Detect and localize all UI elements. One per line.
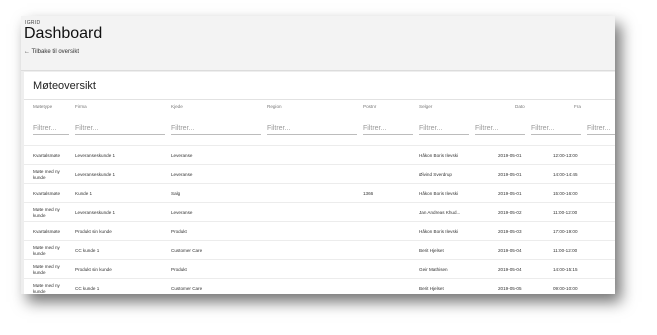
column-header-postal-code[interactable]: Postnr: [363, 104, 376, 109]
cell-time: 14:00-14:45: [553, 171, 578, 177]
cell-date: 2019-05-02: [498, 209, 522, 215]
column-header-date[interactable]: Dato: [515, 104, 525, 109]
card-divider: [24, 99, 615, 100]
cell-postal-code: 1366: [363, 190, 374, 196]
cell-date: 2019-05-01: [498, 152, 522, 158]
cell-meeting-type: Kvartalsmøte: [33, 190, 61, 196]
cell-meeting-type: Kvartalsmøte: [33, 228, 61, 234]
cell-chain: Produkt: [171, 228, 187, 234]
cell-time: 15:00-16:00: [553, 190, 578, 196]
cell-seller: Håkon Boris Ilevski: [419, 152, 459, 158]
cell-time: 11:00-12:00: [553, 247, 578, 253]
cell-company: CC kunde 1: [75, 285, 100, 291]
filter-postal-code[interactable]: Filtrer...: [363, 124, 413, 135]
filter-from[interactable]: Filtrer...: [531, 124, 581, 135]
cell-chain: Leveranse: [171, 152, 193, 158]
back-link[interactable]: ← Tilbake til oversikt: [24, 49, 79, 55]
app-header: IGRID Dashboard ← Tilbake til oversikt: [21, 16, 615, 71]
cell-date: 2019-05-03: [498, 228, 522, 234]
cell-seller: Håkon Boris Ilevski: [419, 190, 459, 196]
cell-company: CC kunde 1: [75, 247, 100, 253]
cell-meeting-type: Møte med ny kunde: [33, 244, 60, 256]
cell-time: 14:00-15:15: [553, 266, 578, 272]
cell-chain: Leveranse: [171, 171, 193, 177]
table-row[interactable]: Møte med ny kunde Leveranseskunde 1 Levera…: [24, 202, 615, 222]
cell-date: 2019-05-04: [498, 247, 522, 253]
cell-chain: Customer Care: [171, 285, 203, 291]
cell-company: Kunde 1: [75, 190, 93, 196]
cell-meeting-type: Møte med ny kunde: [33, 168, 60, 180]
cell-meeting-type: Møte med ny kunde: [33, 263, 60, 275]
cell-date: 2019-05-05: [498, 285, 522, 291]
cell-chain: Leveranse: [171, 209, 193, 215]
cell-date: 2019-05-01: [498, 171, 522, 177]
cell-seller: Berit Hjelset: [419, 285, 444, 291]
cell-time: 12:00-13:00: [553, 152, 578, 158]
page-title: Dashboard: [24, 25, 103, 42]
cell-chain: Produkt: [171, 266, 187, 272]
column-header-company[interactable]: Firma: [75, 104, 87, 109]
cell-seller: Berit Hjelset: [419, 247, 444, 253]
filter-region[interactable]: Filtrer...: [267, 124, 357, 135]
filter-date[interactable]: Filtrer...: [475, 124, 525, 135]
meeting-overview-card: Møteoversikt Møtetype Firma Kjede Region…: [24, 72, 615, 294]
filter-chain[interactable]: Filtrer...: [171, 124, 261, 135]
cell-date: 2019-05-01: [498, 190, 522, 196]
card-title: Møteoversikt: [33, 80, 96, 92]
cell-meeting-type: Møte med ny kunde: [33, 206, 60, 218]
column-header-from[interactable]: Fra: [574, 104, 581, 109]
column-header-meeting-type[interactable]: Møtetype: [33, 104, 52, 109]
filter-seller[interactable]: Filtrer...: [419, 124, 469, 135]
table-row[interactable]: Kvartalsmøte Leveranseskunde 1 Leveranse Hå…: [24, 145, 615, 165]
table-row[interactable]: Møte med ny kunde Leveranseskunde 1 Levera…: [24, 164, 615, 184]
cell-chain: Salg: [171, 190, 181, 196]
table-row[interactable]: Møte med ny kunde CC kunde 1 Customer Care…: [24, 278, 615, 294]
cell-meeting-type: Kvartalsmøte: [33, 152, 61, 158]
cell-company: Produkt sin kunde: [75, 266, 112, 272]
cell-seller: Håkon Boris Ilevski: [419, 228, 459, 234]
table-row[interactable]: Kvartalsmøte Produkt sin kunde Produkt Håko…: [24, 221, 615, 241]
filter-company[interactable]: Filtrer...: [75, 124, 165, 135]
cell-chain: Customer Care: [171, 247, 203, 253]
cell-company: Produkt sin kunde: [75, 228, 112, 234]
cell-meeting-type: Møte med ny kunde: [33, 282, 60, 294]
cell-seller: Øivind Sverdrup: [419, 171, 452, 177]
column-header-seller[interactable]: Selger: [419, 104, 432, 109]
cell-time: 09:00-10:00: [553, 285, 578, 291]
filter-meeting-type[interactable]: Filtrer...: [33, 124, 69, 135]
cell-company: Leveranseskunde 1: [75, 152, 116, 158]
column-header-region[interactable]: Region: [267, 104, 282, 109]
app-window: IGRID Dashboard ← Tilbake til oversikt M…: [21, 16, 615, 294]
cell-time: 11:00-12:00: [553, 209, 578, 215]
cell-date: 2019-05-04: [498, 266, 522, 272]
filter-to[interactable]: Filtrer...: [587, 124, 615, 135]
cell-company: Leveranseskunde 1: [75, 171, 116, 177]
cell-seller: Geir Mathisen: [419, 266, 448, 272]
cell-time: 17:00-19:00: [553, 228, 578, 234]
table-row[interactable]: Møte med ny kunde CC kunde 1 Customer Care…: [24, 240, 615, 260]
table-row[interactable]: Kvartalsmøte Kunde 1 Salg 1366 Håkon Boris I…: [24, 183, 615, 203]
cell-company: Leveranseskunde 1: [75, 209, 116, 215]
cell-seller: Jan Andreas Khud...: [419, 209, 461, 215]
column-header-chain[interactable]: Kjede: [171, 104, 183, 109]
table-row[interactable]: Møte med ny kunde Produkt sin kunde Produk…: [24, 259, 615, 279]
